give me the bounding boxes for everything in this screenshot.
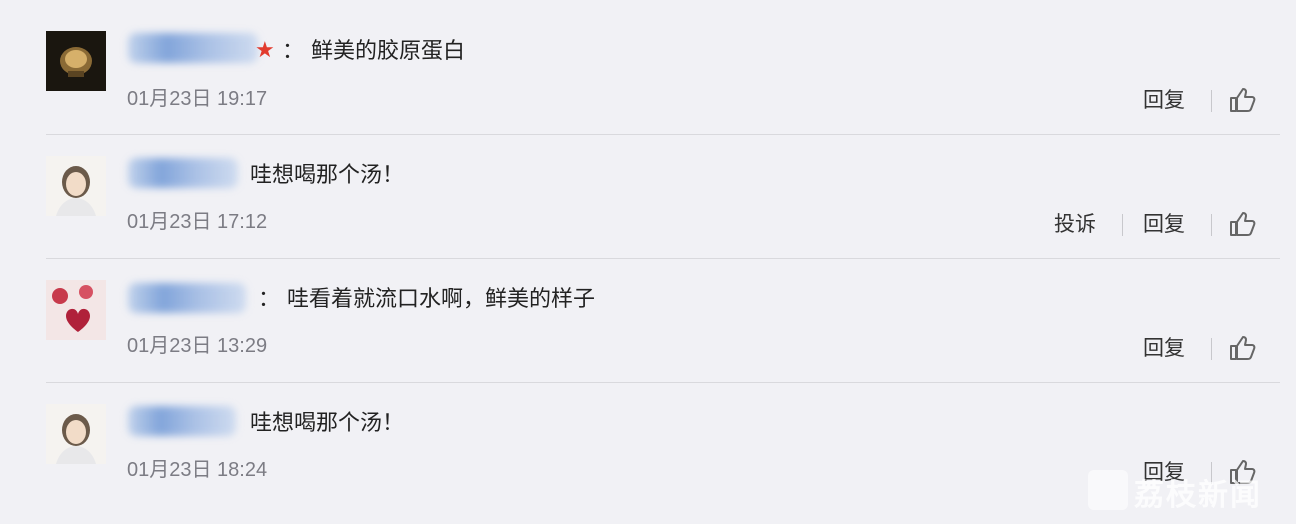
watermark-logo	[1088, 470, 1128, 510]
comment-text: ： 鲜美的胶原蛋白	[282, 39, 465, 64]
reply-button[interactable]: 回复	[1143, 334, 1185, 362]
action-separator	[1211, 338, 1212, 360]
reply-button[interactable]: 回复	[1143, 210, 1185, 238]
divider	[46, 382, 1280, 383]
thumbs-up-icon[interactable]	[1228, 210, 1256, 238]
comment-text: 哇想喝那个汤！	[250, 411, 405, 436]
reply-button[interactable]: 回复	[1143, 86, 1185, 114]
avatar[interactable]	[46, 156, 106, 216]
username[interactable]	[128, 33, 258, 63]
comment-time: 01月23日 13:29	[127, 335, 268, 357]
action-separator	[1122, 214, 1123, 236]
avatar[interactable]	[46, 31, 106, 91]
action-separator	[1211, 214, 1212, 236]
comment-text: ： 哇看着就流口水啊，鲜美的样子	[258, 287, 595, 312]
username[interactable]	[128, 283, 246, 313]
avatar[interactable]	[46, 280, 106, 340]
action-separator	[1211, 90, 1212, 112]
avatar[interactable]	[46, 404, 106, 464]
report-button[interactable]: 投诉	[1054, 210, 1096, 238]
divider	[46, 258, 1280, 259]
divider	[46, 134, 1280, 135]
comment-text: 哇想喝那个汤！	[250, 163, 405, 188]
comment-time: 01月23日 19:17	[127, 88, 268, 110]
star-icon: ★	[255, 38, 275, 63]
thumbs-up-icon[interactable]	[1228, 86, 1256, 114]
comment-time: 01月23日 18:24	[127, 459, 268, 481]
username[interactable]	[128, 158, 238, 188]
comment-time: 01月23日 17:12	[127, 211, 268, 233]
username[interactable]	[128, 406, 236, 436]
thumbs-up-icon[interactable]	[1228, 334, 1256, 362]
watermark: 荔枝新闻	[1134, 478, 1262, 513]
